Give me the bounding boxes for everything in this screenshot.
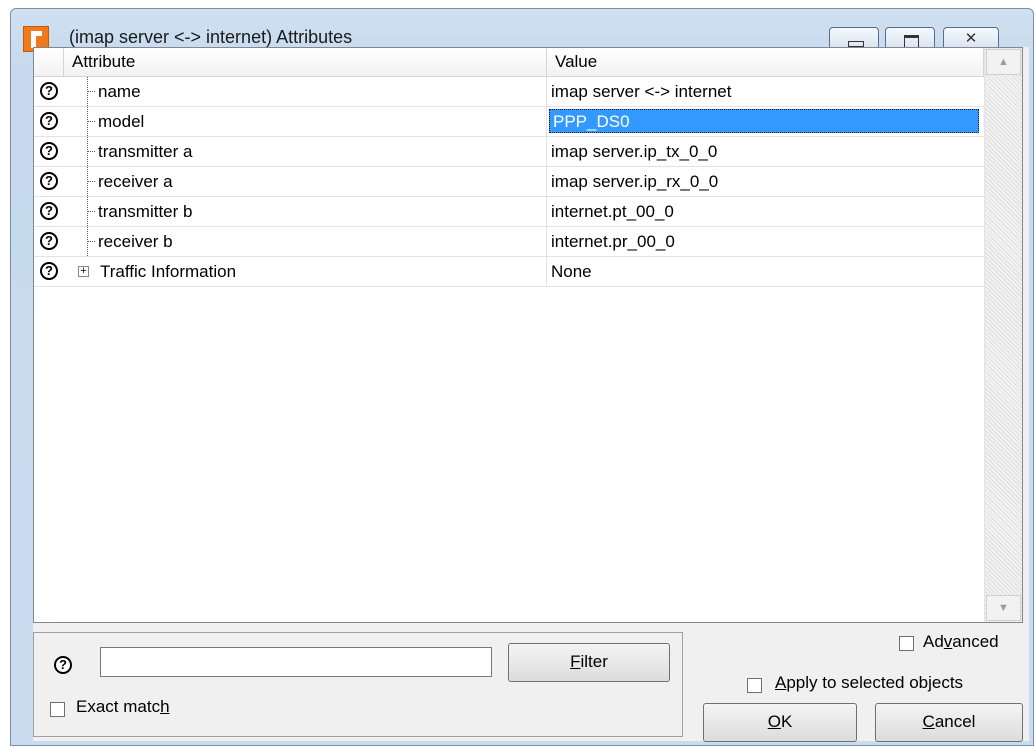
exact-match-mnemonic: h (160, 697, 170, 716)
value-text: imap server.ip_rx_0_0 (551, 172, 719, 191)
attribute-label: receiver b (98, 232, 173, 251)
help-icon[interactable]: ? (40, 82, 58, 100)
attribute-grid: Attribute Value ? name imap server <-> int… (33, 47, 1023, 623)
help-icon[interactable]: ? (40, 202, 58, 220)
value-cell[interactable]: imap server <-> internet (547, 77, 984, 106)
attribute-label: transmitter a (98, 142, 193, 161)
ok-button[interactable]: OK (703, 703, 857, 742)
column-header-value[interactable]: Value (547, 48, 984, 76)
grid-header: Attribute Value (34, 48, 984, 77)
vertical-scrollbar[interactable]: ▲ ▼ (984, 48, 1022, 622)
attribute-label: transmitter b (98, 202, 193, 221)
table-row[interactable]: ? name imap server <-> internet (34, 77, 984, 107)
attribute-label: model (98, 112, 145, 131)
attributes-dialog: (imap server <-> internet) Attributes ✕ … (10, 8, 1034, 746)
help-icon[interactable]: ? (40, 112, 58, 130)
close-icon: ✕ (964, 30, 978, 47)
ok-label-rest: K (780, 712, 793, 731)
tree-connector (88, 181, 95, 182)
table-row[interactable]: ? transmitter b internet.pt_00_0 (34, 197, 984, 227)
cancel-mnemonic: C (922, 712, 935, 731)
attribute-cell: transmitter b (64, 197, 547, 226)
table-row[interactable]: ? transmitter a imap server.ip_tx_0_0 (34, 137, 984, 167)
table-row[interactable]: ? model PPP_DS0 (34, 107, 984, 137)
attribute-cell: model (64, 107, 547, 136)
value-text: imap server.ip_tx_0_0 (551, 142, 718, 161)
help-icon[interactable]: ? (54, 656, 72, 674)
value-cell[interactable]: internet.pt_00_0 (547, 197, 984, 226)
column-header-attribute[interactable]: Attribute (64, 48, 547, 76)
value-editor[interactable]: PPP_DS0 (549, 109, 979, 133)
attribute-cell: receiver a (64, 167, 547, 196)
help-icon[interactable]: ? (40, 262, 58, 280)
value-cell[interactable]: PPP_DS0 (547, 107, 984, 136)
attribute-label: Traffic Information (100, 262, 237, 281)
ok-mnemonic: O (767, 712, 781, 731)
value-text: imap server <-> internet (551, 82, 732, 101)
exact-match-text: Exact matc (76, 697, 161, 716)
cancel-button[interactable]: Cancel (875, 703, 1023, 742)
filter-input[interactable] (100, 647, 492, 677)
attribute-cell: receiver b (64, 227, 547, 256)
help-icon[interactable]: ? (40, 142, 58, 160)
value-text: internet.pt_00_0 (551, 202, 674, 221)
advanced-checkbox[interactable] (899, 636, 914, 651)
help-icon[interactable]: ? (40, 232, 58, 250)
exact-match-checkbox[interactable] (50, 702, 65, 717)
attribute-label: receiver a (98, 172, 173, 191)
header-corner (34, 48, 64, 76)
value-cell[interactable]: None (547, 257, 984, 286)
dialog-body: Attribute Value ? name imap server <-> int… (33, 47, 1029, 742)
table-row-traffic-information[interactable]: ? + Traffic Information None (34, 257, 984, 287)
tree-connector (88, 241, 95, 242)
attribute-label: name (98, 82, 141, 101)
expand-icon[interactable]: + (78, 266, 89, 277)
apply-text-rest: pply to selected objects (786, 673, 964, 692)
tree-connector (88, 91, 95, 92)
apply-mnemonic: A (775, 673, 787, 692)
help-icon[interactable]: ? (40, 172, 58, 190)
value-cell[interactable]: imap server.ip_rx_0_0 (547, 167, 984, 196)
attribute-cell: name (64, 77, 547, 106)
filter-button-label-rest: ilter (580, 652, 608, 671)
value-cell[interactable]: imap server.ip_tx_0_0 (547, 137, 984, 166)
attribute-cell: transmitter a (64, 137, 547, 166)
value-cell[interactable]: internet.pr_00_0 (547, 227, 984, 256)
table-row[interactable]: ? receiver a imap server.ip_rx_0_0 (34, 167, 984, 197)
advanced-text: Ad (923, 632, 944, 651)
scroll-down-icon[interactable]: ▼ (986, 595, 1021, 621)
scroll-up-icon[interactable]: ▲ (986, 49, 1021, 75)
exact-match-label[interactable]: Exact match (76, 697, 170, 717)
filter-button[interactable]: Filter (508, 643, 670, 682)
apply-to-selected-label[interactable]: Apply to selected objects (775, 673, 963, 693)
filter-group: ? Filter Exact match (33, 632, 683, 737)
table-row[interactable]: ? receiver b internet.pr_00_0 (34, 227, 984, 257)
advanced-text-rest: anced (952, 632, 999, 651)
value-text: internet.pr_00_0 (551, 232, 675, 251)
tree-connector (88, 121, 95, 122)
advanced-label[interactable]: Advanced (923, 632, 999, 652)
attribute-cell: + Traffic Information (64, 257, 547, 286)
filter-button-mnemonic: F (570, 652, 581, 671)
cancel-label-rest: ancel (934, 712, 976, 731)
window-title: (imap server <-> internet) Attributes (69, 27, 353, 47)
tree-connector (88, 151, 95, 152)
tree-connector (88, 211, 95, 212)
apply-to-selected-checkbox[interactable] (747, 678, 762, 693)
